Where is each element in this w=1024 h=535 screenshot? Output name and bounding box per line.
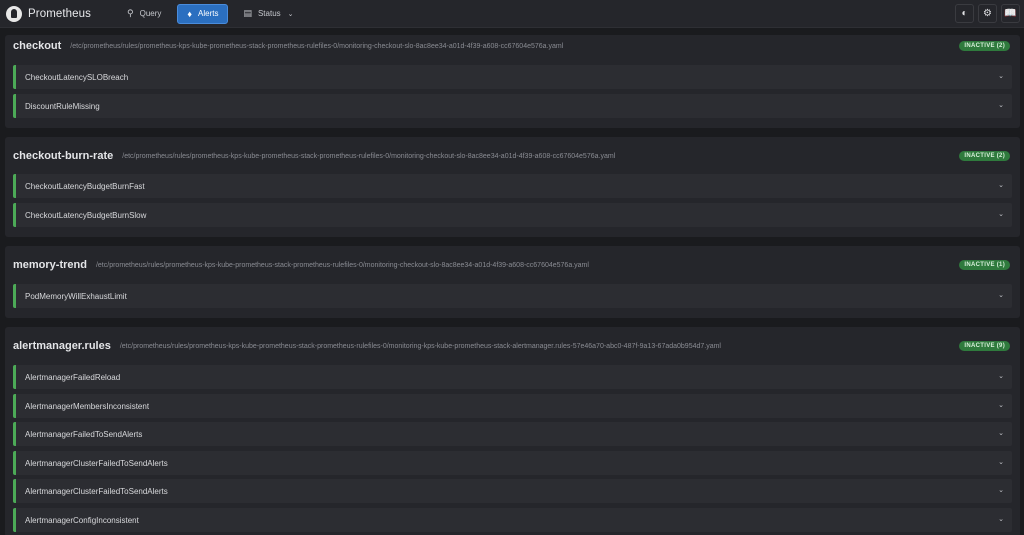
alert-rule-name: CheckoutLatencyBudgetBurnFast (25, 181, 145, 191)
group-name: alertmanager.rules (13, 340, 111, 352)
brand-name: Prometheus (28, 7, 92, 20)
chevron-down-icon[interactable]: ⌄ (998, 486, 1004, 494)
status-badge: INACTIVE (1) (959, 260, 1010, 270)
brand[interactable]: Prometheus (6, 5, 92, 22)
alert-rule-name: AlertmanagerFailedToSendAlerts (25, 429, 143, 439)
rule-group-checkout-burn-rate: checkout-burn-rate /etc/prometheus/rules… (5, 137, 1020, 237)
theme-toggle-icon: ◐ (961, 8, 968, 19)
alert-rule-item[interactable]: DiscountRuleMissing ⌄ (13, 94, 1012, 118)
nav-query-label: Query (139, 9, 162, 18)
top-navbar: Prometheus ⚲ Query ♦ Alerts ▤ Status ⌄ ◐… (0, 0, 1024, 28)
alert-rule-item[interactable]: PodMemoryWillExhaustLimit ⌄ (13, 284, 1012, 308)
alert-rule-name: AlertmanagerClusterFailedToSendAlerts (25, 458, 168, 468)
group-file-path: /etc/prometheus/rules/prometheus-kps-kub… (95, 261, 589, 269)
chevron-down-icon[interactable]: ⌄ (998, 72, 1004, 80)
alert-rule-item[interactable]: CheckoutLatencyBudgetBurnFast ⌄ (13, 174, 1012, 198)
chevron-down-icon: ⌄ (287, 10, 294, 18)
alert-rule-name: PodMemoryWillExhaustLimit (25, 291, 127, 301)
nav-alerts[interactable]: ♦ Alerts (177, 3, 229, 24)
alert-rule-name: CheckoutLatencySLOBreach (25, 72, 129, 82)
chevron-down-icon[interactable]: ⌄ (998, 429, 1004, 437)
group-header: checkout-burn-rate /etc/prometheus/rules… (13, 146, 1012, 166)
rule-group-alertmanager-rules: alertmanager.rules /etc/prometheus/rules… (5, 327, 1020, 535)
group-name: memory-trend (13, 259, 87, 271)
alert-rule-item[interactable]: AlertmanagerMembersInconsistent ⌄ (13, 394, 1012, 418)
status-badge: INACTIVE (2) (959, 41, 1010, 51)
chevron-down-icon[interactable]: ⌄ (998, 458, 1004, 466)
alert-rule-name: DiscountRuleMissing (25, 101, 100, 111)
alert-rule-item[interactable]: AlertmanagerClusterFailedToSendAlerts ⌄ (13, 451, 1012, 475)
alert-rule-name: AlertmanagerClusterFailedToSendAlerts (25, 486, 168, 496)
group-header: alertmanager.rules /etc/prometheus/rules… (13, 336, 1012, 356)
group-name: checkout-burn-rate (13, 150, 114, 162)
bell-icon: ♦ (187, 8, 192, 19)
nav-status-label: Status (257, 9, 281, 18)
chevron-down-icon[interactable]: ⌄ (998, 101, 1004, 109)
chevron-down-icon[interactable]: ⌄ (998, 372, 1004, 380)
chevron-down-icon[interactable]: ⌄ (998, 291, 1004, 299)
group-name: checkout (13, 40, 62, 52)
server-icon: ▤ (243, 8, 252, 18)
gear-icon: ⚙ (983, 8, 992, 19)
chevron-down-icon[interactable]: ⌄ (998, 210, 1004, 218)
status-badge: INACTIVE (9) (959, 341, 1010, 351)
alert-rule-item[interactable]: AlertmanagerClusterFailedToSendAlerts ⌄ (13, 479, 1012, 503)
status-badge: INACTIVE (2) (959, 151, 1010, 161)
group-header: checkout /etc/prometheus/rules/prometheu… (13, 36, 1012, 56)
group-file-path: /etc/prometheus/rules/prometheus-kps-kub… (119, 342, 721, 350)
alert-rule-name: AlertmanagerFailedReload (25, 372, 121, 382)
chevron-down-icon[interactable]: ⌄ (998, 401, 1004, 409)
group-header: memory-trend /etc/prometheus/rules/prome… (13, 255, 1012, 275)
settings-button[interactable]: ⚙ (978, 4, 997, 23)
rule-group-memory-trend: memory-trend /etc/prometheus/rules/prome… (5, 246, 1020, 318)
alert-rule-item[interactable]: CheckoutLatencySLOBreach ⌄ (13, 65, 1012, 89)
group-file-path: /etc/prometheus/rules/prometheus-kps-kub… (70, 42, 564, 50)
alert-rule-item[interactable]: AlertmanagerConfigInconsistent ⌄ (13, 508, 1012, 532)
nav-query[interactable]: ⚲ Query (119, 4, 169, 24)
nav-alerts-label: Alerts (198, 9, 219, 18)
prometheus-logo-icon (6, 5, 22, 22)
alert-rule-name: CheckoutLatencyBudgetBurnSlow (25, 210, 147, 220)
group-file-path: /etc/prometheus/rules/prometheus-kps-kub… (122, 152, 616, 160)
nav-status[interactable]: ▤ Status ⌄ (235, 4, 301, 24)
chevron-down-icon[interactable]: ⌄ (998, 181, 1004, 189)
theme-toggle-button[interactable]: ◐ (955, 4, 974, 23)
book-icon: 📖 (1004, 8, 1017, 19)
rule-group-checkout: checkout /etc/prometheus/rules/prometheu… (5, 35, 1020, 128)
chevron-down-icon[interactable]: ⌄ (998, 515, 1004, 523)
alert-rule-item[interactable]: CheckoutLatencyBudgetBurnSlow ⌄ (13, 203, 1012, 227)
alert-rule-name: AlertmanagerMembersInconsistent (25, 401, 150, 411)
alert-rule-item[interactable]: AlertmanagerFailedReload ⌄ (13, 365, 1012, 389)
docs-button[interactable]: 📖 (1001, 4, 1020, 23)
alert-rule-name: AlertmanagerConfigInconsistent (25, 515, 139, 525)
search-icon: ⚲ (127, 8, 134, 18)
alert-rule-item[interactable]: AlertmanagerFailedToSendAlerts ⌄ (13, 422, 1012, 446)
